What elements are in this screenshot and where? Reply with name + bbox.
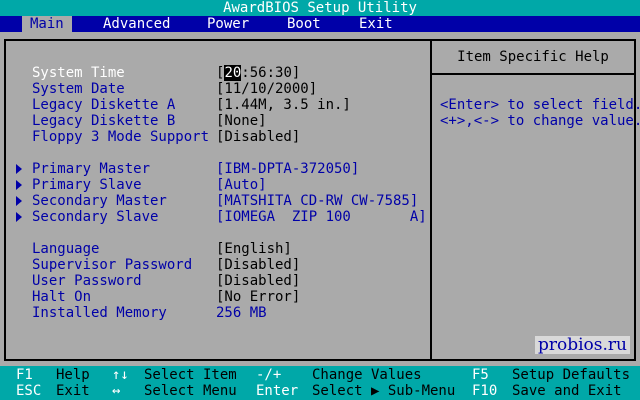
floppy-3-mode-value[interactable]: [Disabled] <box>216 129 300 145</box>
menu-tab-power[interactable]: Power <box>199 16 257 32</box>
help-line-change: <+>,<-> to change value. <box>440 113 640 129</box>
select-submenu-desc: Select ▶ Sub-Menu <box>312 383 456 399</box>
language-label: Language <box>32 241 100 257</box>
system-time-value[interactable]: [20:56:30] <box>216 65 300 81</box>
select-menu-desc: Select Menu <box>144 383 237 399</box>
bios-title: AwardBIOS Setup Utility <box>0 0 640 16</box>
supervisor-password-label: Supervisor Password <box>32 257 193 273</box>
menu-bar: Main Advanced Power Boot Exit <box>0 16 640 32</box>
f1-key: F1 <box>16 367 33 383</box>
supervisor-password-value[interactable]: [Disabled] <box>216 257 300 273</box>
time-cursor[interactable]: 20 <box>224 65 242 81</box>
installed-memory-label: Installed Memory <box>32 305 167 321</box>
system-time-label: System Time <box>32 65 125 81</box>
menu-tab-main[interactable]: Main <box>22 16 72 32</box>
minus-plus-key: -/+ <box>256 367 282 383</box>
primary-master-value: [IBM-DPTA-372050] <box>216 161 360 177</box>
primary-master-label: Primary Master <box>32 161 151 177</box>
left-right-arrows-icon: ↔ <box>112 383 121 399</box>
enter-key: Enter <box>256 383 299 399</box>
secondary-slave-value: [IOMEGA ZIP 100 A] <box>216 209 427 225</box>
floppy-3-mode-label: Floppy 3 Mode Support <box>32 129 210 145</box>
submenu-arrow-icon <box>16 164 22 174</box>
primary-slave-value: [Auto] <box>216 177 267 193</box>
up-down-arrows-icon: ↑↓ <box>112 367 129 383</box>
help-title: Item Specific Help <box>457 49 609 65</box>
esc-desc: Exit <box>56 383 90 399</box>
legacy-diskette-b-value[interactable]: [None] <box>216 113 267 129</box>
submenu-arrow-icon <box>16 180 22 190</box>
secondary-master-value: [MATSHITA CD-RW CW-7585] <box>216 193 419 209</box>
user-password-label: User Password <box>32 273 142 289</box>
primary-slave-label: Primary Slave <box>32 177 142 193</box>
menu-tab-boot[interactable]: Boot <box>279 16 329 32</box>
watermark-logo: probios.ru <box>534 336 630 354</box>
secondary-master-label: Secondary Master <box>32 193 167 209</box>
secondary-slave-label: Secondary Slave <box>32 209 159 225</box>
legacy-diskette-a-label: Legacy Diskette A <box>32 97 176 113</box>
key-help-footer: F1 Help ↑↓ Select Item -/+ Change Values… <box>0 366 640 400</box>
select-item-desc: Select Item <box>144 367 237 383</box>
menu-tab-exit[interactable]: Exit <box>351 16 401 32</box>
f10-key: F10 <box>472 383 498 399</box>
user-password-value[interactable]: [Disabled] <box>216 273 300 289</box>
halt-on-value[interactable]: [No Error] <box>216 289 300 305</box>
f10-desc: Save and Exit <box>512 383 622 399</box>
legacy-diskette-a-value[interactable]: [1.44M, 3.5 in.] <box>216 97 351 113</box>
submenu-arrow-icon <box>16 196 22 206</box>
help-divider <box>430 41 432 359</box>
f1-desc: Help <box>56 367 90 383</box>
settings-panel: System Time [20:56:30] System Date [11/1… <box>4 39 640 361</box>
f5-key: F5 <box>472 367 489 383</box>
menu-tab-advanced[interactable]: Advanced <box>95 16 178 32</box>
help-separator <box>432 73 634 75</box>
system-date-label: System Date <box>32 81 125 97</box>
change-values-desc: Change Values <box>312 367 422 383</box>
legacy-diskette-b-label: Legacy Diskette B <box>32 113 176 129</box>
system-date-value[interactable]: [11/10/2000] <box>216 81 317 97</box>
halt-on-label: Halt On <box>32 289 92 305</box>
installed-memory-value: 256 MB <box>216 305 267 321</box>
submenu-arrow-icon <box>16 212 22 222</box>
language-value[interactable]: [English] <box>216 241 292 257</box>
esc-key: ESC <box>16 383 42 399</box>
help-line-enter: <Enter> to select field. <box>440 97 640 113</box>
f5-desc: Setup Defaults <box>512 367 631 383</box>
